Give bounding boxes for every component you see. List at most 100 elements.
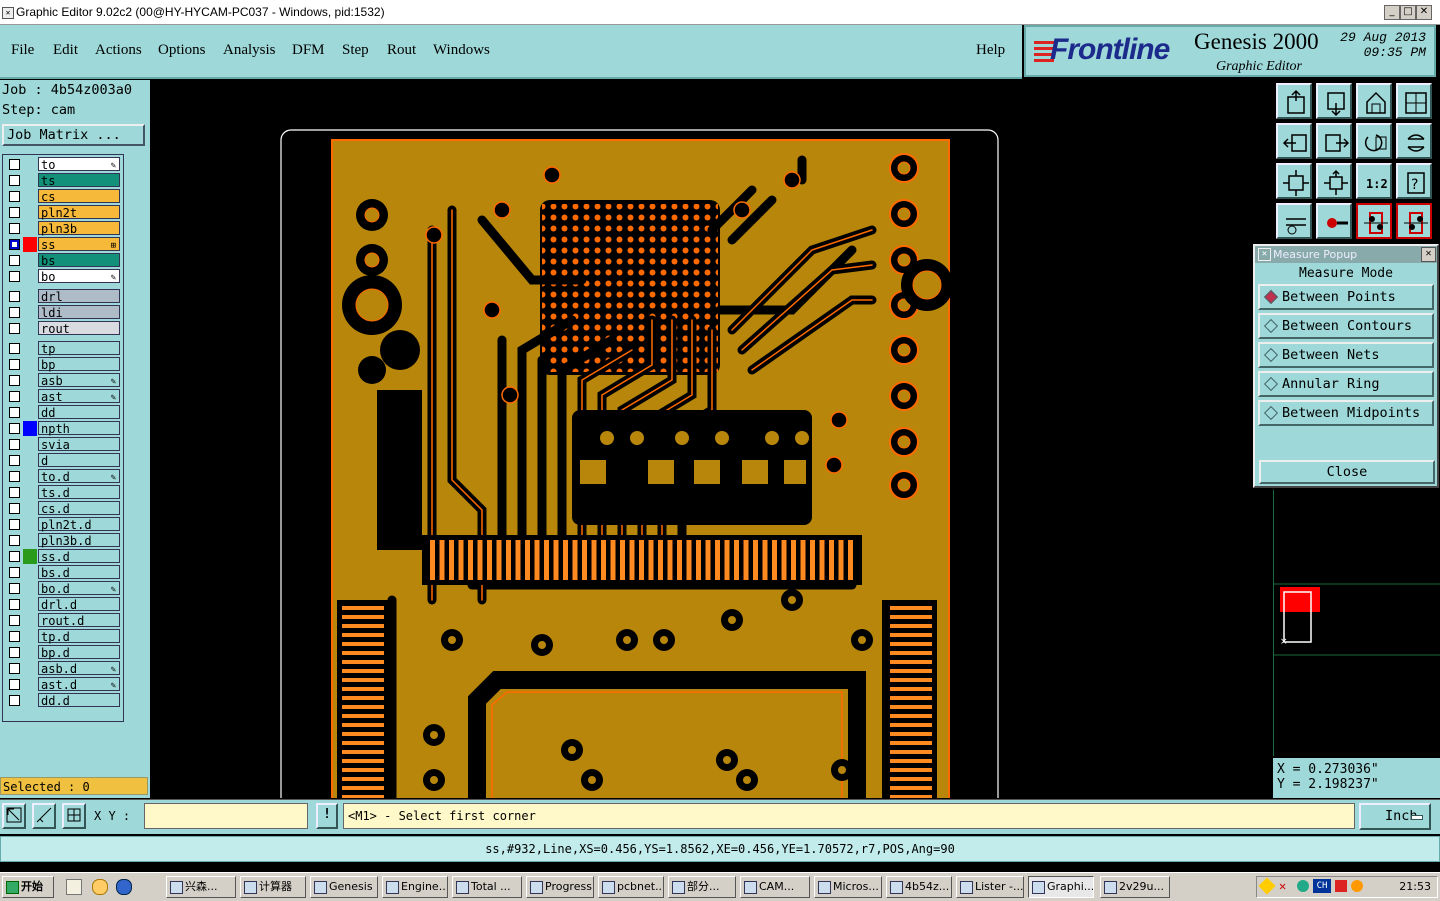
- layer-color-swatch[interactable]: [23, 205, 37, 220]
- layer-row[interactable]: drl.d: [5, 597, 121, 612]
- layer-row[interactable]: ss.d: [5, 549, 121, 564]
- layer-name[interactable]: npth: [38, 421, 120, 436]
- layer-checkbox[interactable]: [9, 647, 20, 658]
- quicklaunch-desktop-icon[interactable]: [66, 879, 82, 895]
- taskbar-item[interactable]: 2v29u...: [1100, 876, 1170, 898]
- layer-checkbox[interactable]: [9, 679, 20, 690]
- layer-color-swatch[interactable]: [23, 173, 37, 188]
- snap-button[interactable]: [1276, 203, 1312, 239]
- tray-x-icon[interactable]: ✕: [1279, 879, 1286, 893]
- layer-color-swatch[interactable]: [23, 597, 37, 612]
- layer-row[interactable]: pln2t.d: [5, 517, 121, 532]
- layer-row[interactable]: to.d ✎: [5, 469, 121, 484]
- layer-row[interactable]: pln3b.d: [5, 533, 121, 548]
- layer-checkbox[interactable]: [9, 323, 20, 334]
- layer-checkbox[interactable]: [9, 255, 20, 266]
- layer-name[interactable]: ts: [38, 173, 120, 188]
- layer-name[interactable]: ast.d ✎: [38, 677, 120, 692]
- measure-option[interactable]: Between Contours: [1258, 313, 1434, 339]
- layer-color-swatch[interactable]: [23, 565, 37, 580]
- layer-name[interactable]: cs: [38, 189, 120, 204]
- layer-checkbox[interactable]: [9, 615, 20, 626]
- layer-color-swatch[interactable]: [23, 421, 37, 436]
- layer-checkbox[interactable]: [9, 487, 20, 498]
- xy-input[interactable]: [144, 803, 308, 829]
- zoom-center-button[interactable]: [1316, 163, 1352, 199]
- layer-checkbox[interactable]: [9, 423, 20, 434]
- tray-misc-icon[interactable]: [1351, 880, 1363, 892]
- layer-name[interactable]: bs: [38, 253, 120, 268]
- measure-option[interactable]: Between Midpoints: [1258, 400, 1434, 426]
- layer-checkbox[interactable]: [9, 207, 20, 218]
- layer-row[interactable]: ts: [5, 173, 121, 188]
- layer-color-swatch[interactable]: [23, 189, 37, 204]
- overview-map[interactable]: ×: [1273, 490, 1440, 756]
- layer-name[interactable]: bo ✎: [38, 269, 120, 284]
- unit-selector[interactable]: Inch: [1359, 803, 1431, 830]
- layer-checkbox[interactable]: [9, 291, 20, 302]
- layer-name[interactable]: ss.d: [38, 549, 120, 564]
- layer-checkbox[interactable]: [9, 631, 20, 642]
- layer-color-swatch[interactable]: [23, 613, 37, 628]
- layer-row[interactable]: pln3b: [5, 221, 121, 236]
- layer-row[interactable]: to ✎: [5, 157, 121, 172]
- layer-color-swatch[interactable]: [23, 645, 37, 660]
- layer-row[interactable]: cs.d: [5, 501, 121, 516]
- layer-name[interactable]: drl.d: [38, 597, 120, 612]
- layer-color-swatch[interactable]: [23, 157, 37, 172]
- layer-row[interactable]: asb ✎: [5, 373, 121, 388]
- measure-tool-button[interactable]: [32, 803, 56, 829]
- menu-dfm[interactable]: DFM: [292, 42, 325, 59]
- measure-button[interactable]: [1316, 203, 1352, 239]
- layer-name[interactable]: tp: [38, 341, 120, 356]
- layer-checkbox[interactable]: [9, 239, 20, 250]
- layer-checkbox[interactable]: [9, 223, 20, 234]
- menu-options[interactable]: Options: [158, 42, 206, 59]
- layer-name[interactable]: ss ⊞: [38, 237, 120, 252]
- layer-name[interactable]: cs.d: [38, 501, 120, 516]
- layer-name[interactable]: rout.d: [38, 613, 120, 628]
- layer-name[interactable]: pln3b.d: [38, 533, 120, 548]
- layer-color-swatch[interactable]: [23, 357, 37, 372]
- layer-name[interactable]: pln3b: [38, 221, 120, 236]
- layer-name[interactable]: bp.d: [38, 645, 120, 660]
- layer-name[interactable]: to.d ✎: [38, 469, 120, 484]
- layer-color-swatch[interactable]: [23, 629, 37, 644]
- layer-checkbox[interactable]: [9, 535, 20, 546]
- layer-name[interactable]: bs.d: [38, 565, 120, 580]
- layer-color-swatch[interactable]: [23, 453, 37, 468]
- layer-checkbox[interactable]: [9, 551, 20, 562]
- layer-color-swatch[interactable]: [23, 549, 37, 564]
- layer-color-swatch[interactable]: [23, 517, 37, 532]
- layer-checkbox[interactable]: [9, 271, 20, 282]
- layer-color-swatch[interactable]: [23, 677, 37, 692]
- menu-file[interactable]: File: [11, 42, 34, 59]
- net-highlight-button[interactable]: [1356, 203, 1392, 239]
- layer-name[interactable]: pln2t: [38, 205, 120, 220]
- layer-name[interactable]: ts.d: [38, 485, 120, 500]
- graphic-canvas[interactable]: [152, 80, 1272, 798]
- layer-color-swatch[interactable]: [23, 469, 37, 484]
- layer-checkbox[interactable]: [9, 391, 20, 402]
- pcb-board-view[interactable]: [152, 80, 1272, 798]
- tray-language-icon[interactable]: CH: [1313, 879, 1331, 893]
- taskbar-item[interactable]: pcbnet...: [598, 876, 664, 898]
- layer-row[interactable]: ss ⊞: [5, 237, 121, 252]
- layer-checkbox[interactable]: [9, 583, 20, 594]
- layer-row[interactable]: bs: [5, 253, 121, 268]
- layer-row[interactable]: dd: [5, 405, 121, 420]
- layer-color-swatch[interactable]: [23, 305, 37, 320]
- measure-option[interactable]: Between Points: [1258, 284, 1434, 310]
- layer-checkbox[interactable]: [9, 695, 20, 706]
- layer-name[interactable]: bp: [38, 357, 120, 372]
- layer-row[interactable]: cs: [5, 189, 121, 204]
- close-button[interactable]: Close: [1259, 460, 1435, 484]
- quicklaunch-browser-icon[interactable]: [116, 879, 132, 895]
- layer-checkbox[interactable]: [9, 567, 20, 578]
- layer-checkbox[interactable]: [9, 519, 20, 530]
- layer-name[interactable]: to ✎: [38, 157, 120, 172]
- layer-name[interactable]: dd.d: [38, 693, 120, 708]
- taskbar-item[interactable]: 兴森...: [166, 876, 236, 898]
- view-window-button[interactable]: [1396, 83, 1432, 119]
- zoom-home-button[interactable]: [1276, 83, 1312, 119]
